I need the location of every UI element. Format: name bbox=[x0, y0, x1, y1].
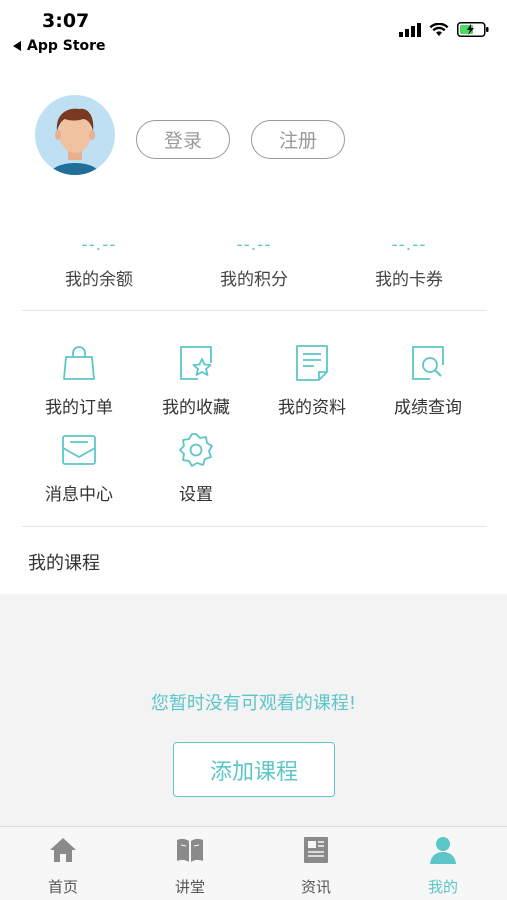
stats-divider bbox=[22, 310, 487, 311]
avatar[interactable] bbox=[35, 95, 115, 175]
menu-item-orders[interactable]: 我的订单 bbox=[24, 343, 134, 418]
menu-divider bbox=[22, 526, 487, 527]
balance-value: --.-- bbox=[81, 235, 117, 255]
register-button[interactable]: 注册 bbox=[251, 120, 345, 159]
empty-courses-message: 您暂时没有可观看的课程! bbox=[150, 693, 357, 714]
points-value: --.-- bbox=[236, 235, 272, 255]
courses-empty-state: 您暂时没有可观看的课程! 添加课程 bbox=[0, 594, 507, 826]
tab-news[interactable]: 资讯 bbox=[271, 835, 361, 897]
newspaper-icon bbox=[304, 837, 328, 863]
coupons-value: --.-- bbox=[391, 235, 427, 255]
shopping-bag-icon bbox=[63, 346, 95, 380]
wifi-icon bbox=[429, 22, 449, 36]
coupons-stat[interactable]: --.-- 我的卡券 bbox=[349, 230, 469, 290]
battery-icon bbox=[457, 22, 489, 37]
status-icons bbox=[399, 22, 489, 37]
gear-icon bbox=[179, 433, 213, 467]
status-bar: 3:07 App Store bbox=[0, 0, 507, 62]
add-course-button[interactable]: 添加课程 bbox=[173, 742, 335, 797]
back-arrow-icon bbox=[13, 41, 21, 51]
tab-label-mine: 我的 bbox=[427, 878, 458, 896]
menu-label-profile-data: 我的资料 bbox=[278, 398, 346, 418]
signal-icon bbox=[399, 22, 421, 37]
search-doc-icon bbox=[412, 346, 444, 380]
menu-label-settings: 设置 bbox=[179, 485, 213, 505]
tab-home[interactable]: 首页 bbox=[18, 835, 108, 897]
tab-label-lecture: 讲堂 bbox=[174, 878, 205, 896]
menu-label-favorites: 我的收藏 bbox=[162, 398, 230, 418]
back-to-app-store-link[interactable]: App Store bbox=[13, 38, 106, 54]
menu-item-grades[interactable]: 成绩查询 bbox=[373, 343, 483, 418]
menu-item-settings[interactable]: 设置 bbox=[141, 430, 251, 505]
profile-section: 登录 注册 bbox=[0, 95, 507, 177]
tab-label-home: 首页 bbox=[47, 878, 78, 896]
balance-stat[interactable]: --.-- 我的余额 bbox=[39, 230, 159, 290]
mail-icon bbox=[62, 435, 96, 465]
back-link-label: App Store bbox=[27, 38, 106, 54]
points-label: 我的积分 bbox=[220, 270, 288, 290]
status-time: 3:07 bbox=[42, 10, 90, 32]
book-icon bbox=[177, 838, 203, 862]
menu-item-profile-data[interactable]: 我的资料 bbox=[257, 343, 367, 418]
menu-label-grades: 成绩查询 bbox=[394, 398, 462, 418]
tab-label-news: 资讯 bbox=[300, 878, 331, 896]
document-icon bbox=[296, 345, 328, 381]
coupons-label: 我的卡券 bbox=[375, 270, 443, 290]
tab-mine[interactable]: 我的 bbox=[398, 835, 488, 897]
person-icon bbox=[430, 837, 456, 864]
menu-label-messages: 消息中心 bbox=[45, 485, 113, 505]
menu-item-favorites[interactable]: 我的收藏 bbox=[141, 343, 251, 418]
home-icon bbox=[50, 838, 76, 862]
my-courses-title: 我的课程 bbox=[28, 553, 100, 574]
menu-item-messages[interactable]: 消息中心 bbox=[24, 430, 134, 505]
avatar-person-icon bbox=[49, 108, 101, 175]
account-stats: --.-- 我的余额 --.-- 我的积分 --.-- 我的卡券 bbox=[0, 230, 507, 300]
bottom-tab-bar: 首页 讲堂 资讯 我的 bbox=[0, 826, 507, 900]
points-stat[interactable]: --.-- 我的积分 bbox=[194, 230, 314, 290]
star-icon bbox=[180, 346, 212, 380]
tab-lecture[interactable]: 讲堂 bbox=[145, 835, 235, 897]
menu-label-orders: 我的订单 bbox=[45, 398, 113, 418]
balance-label: 我的余额 bbox=[65, 270, 133, 290]
login-button[interactable]: 登录 bbox=[136, 120, 230, 159]
